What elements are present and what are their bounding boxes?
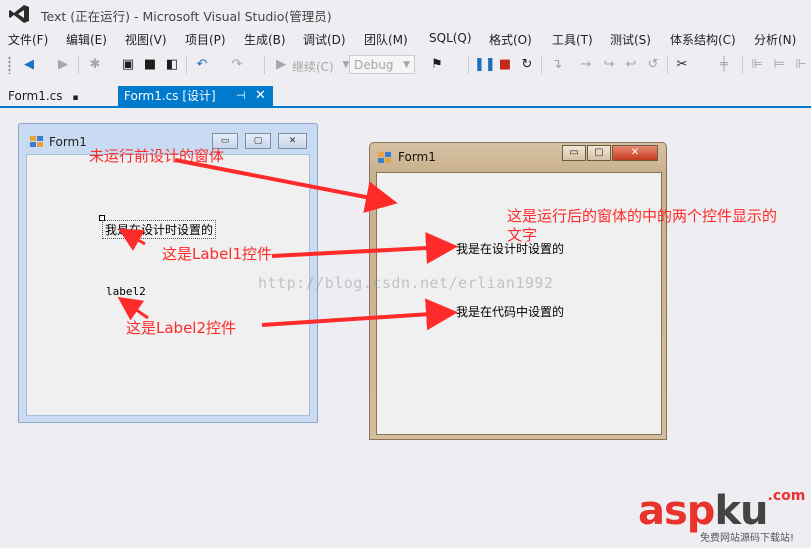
toolbar-separator [742,56,743,74]
form-icon [378,152,391,163]
annotation-runtime-text-line2: 文字 [507,226,538,244]
runtime-label2: 我是在代码中设置的 [456,305,565,319]
align-center-icon[interactable]: ⊨ [770,56,788,74]
open-icon[interactable]: ▣ [119,56,137,74]
align-left-icon[interactable]: ⊫ [748,56,766,74]
design-form-caption: Form1 [49,135,87,149]
menu-team[interactable]: 团队(M) [364,31,408,48]
align-right-icon[interactable]: ⊩ [792,56,810,74]
close-icon[interactable]: ✕ [278,133,307,149]
chevron-down-icon: ▼ [403,60,410,70]
solution-config-dropdown[interactable]: Debug ▼ [349,55,415,74]
menu-format[interactable]: 格式(O) [489,31,532,48]
minimize-icon[interactable]: ▭ [562,145,586,161]
solution-config-value: Debug [354,58,394,72]
save-all-icon[interactable]: ◧ [163,56,181,74]
start-icon[interactable]: ▶ [272,56,290,74]
menu-view[interactable]: 视图(V) [125,31,167,48]
annotation-label1: 这是Label1控件 [162,245,273,263]
maximize-icon[interactable]: ▢ [587,145,611,161]
close-icon[interactable]: ✕ [255,86,266,106]
menu-project[interactable]: 项目(P) [185,31,226,48]
forward-icon[interactable]: ▶ [54,56,72,74]
toolbar-separator [78,56,79,74]
annotation-design-window: 未运行前设计的窗体 [89,147,225,165]
menu-architecture[interactable]: 体系结构(C) [670,31,736,48]
menu-bar: 文件(F) 编辑(E) 视图(V) 项目(P) 生成(B) 调试(D) 团队(M… [0,28,811,50]
menu-file[interactable]: 文件(F) [8,31,48,48]
form-icon [30,136,43,147]
step-into-icon[interactable]: ↴ [548,56,566,74]
stop-icon[interactable]: ■ [496,56,514,74]
menu-debug[interactable]: 调试(D) [303,31,346,48]
visual-studio-logo-icon [9,5,29,23]
step-over-icon[interactable]: → [577,56,595,74]
save-icon[interactable]: ■ [141,56,159,74]
step-back-icon[interactable]: ↩ [622,56,640,74]
tools-icon[interactable]: ✂ [673,56,691,74]
continue-button[interactable]: 继续(C) [292,58,334,75]
design-label2[interactable]: label2 [106,285,146,298]
menu-tools[interactable]: 工具(T) [552,31,593,48]
redo-icon[interactable]: ↷ [228,56,246,74]
maximize-icon[interactable]: ▢ [245,133,271,149]
close-icon[interactable]: ✕ [612,145,658,161]
toolbar-separator [541,56,542,74]
menu-analyze[interactable]: 分析(N) [754,31,796,48]
tab-label: Form1.cs [8,89,63,103]
runtime-form-caption: Form1 [398,150,436,164]
aspku-logo: aspku.com [638,488,806,534]
refresh-icon[interactable]: ↺ [644,56,662,74]
lock-icon: ▪ [72,93,79,103]
align-icon[interactable]: ╪ [715,56,733,74]
tab-form1-cs[interactable]: Form1.cs ▪ [0,86,86,106]
toolbar-separator [264,56,265,74]
annotation-runtime-text-line1: 这是运行后的窗体的中的两个控件显示的 [507,207,778,225]
menu-test[interactable]: 测试(S) [610,31,651,48]
attach-process-icon[interactable]: ⚑ [428,56,446,74]
toolbar-separator [468,56,469,74]
menu-sql[interactable]: SQL(Q) [429,31,472,45]
design-form-window[interactable]: Form1 ▭ ▢ ✕ [18,123,318,423]
pin-icon[interactable]: ⊣ [236,86,246,106]
toolbar-separator [667,56,668,74]
document-tab-strip: Form1.cs ▪ Form1.cs [设计] ⊣ ✕ [0,86,811,106]
window-title: Text (正在运行) - Microsoft Visual Studio(管理… [41,9,332,24]
toolbar-separator [186,56,187,74]
step-out-icon[interactable]: ↪ [600,56,618,74]
pause-icon[interactable]: ❚❚ [474,56,496,74]
tab-label: Form1.cs [设计] [124,89,216,103]
tab-form1-design[interactable]: Form1.cs [设计] ⊣ ✕ [118,86,273,106]
aspku-tagline: 免费网站源码下载站! [700,533,795,544]
new-project-icon[interactable]: ✱ [86,56,104,74]
undo-icon[interactable]: ↶ [193,56,211,74]
toolbar-grip[interactable] [8,56,11,74]
annotation-label2: 这是Label2控件 [126,319,237,337]
menu-edit[interactable]: 编辑(E) [66,31,107,48]
menu-build[interactable]: 生成(B) [244,31,286,48]
title-bar: Text (正在运行) - Microsoft Visual Studio(管理… [0,0,811,28]
restart-icon[interactable]: ↻ [518,56,536,74]
design-label1[interactable]: 我是在设计时设置的 [102,220,217,239]
watermark-url: http://blog.csdn.net/erlian1992 [258,274,554,292]
back-icon[interactable]: ◀ [20,56,38,74]
